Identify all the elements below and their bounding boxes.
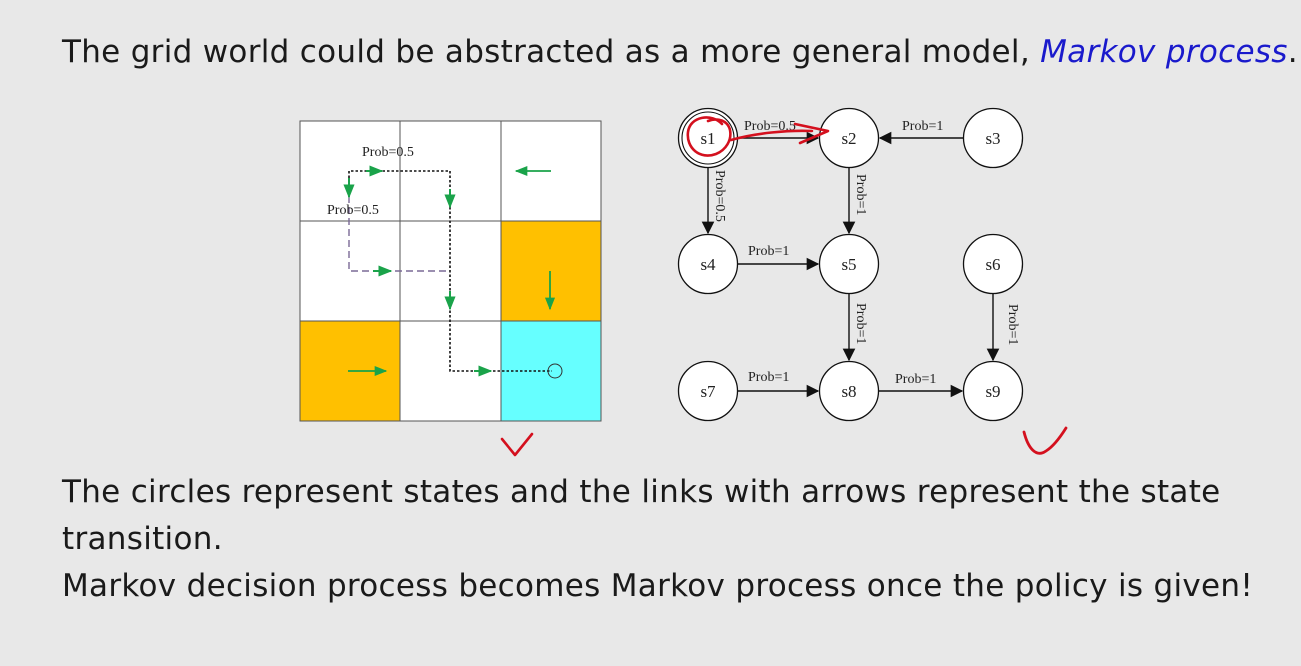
grid-prob-label-left: Prob=0.5 bbox=[327, 203, 379, 218]
state-label-s4: s4 bbox=[700, 255, 716, 274]
state-label-s6: s6 bbox=[985, 255, 1000, 274]
grid-prob-label-top: Prob=0.5 bbox=[362, 145, 414, 160]
description-line-1: The circles represent states and the lin… bbox=[62, 474, 1221, 510]
edge-label-s6-s9: Prob=1 bbox=[1005, 304, 1020, 345]
grid-world: Prob=0.5 Prob=0.5 bbox=[299, 120, 602, 422]
edge-label-s7-s8: Prob=1 bbox=[748, 370, 789, 385]
state-label-s1: s1 bbox=[700, 129, 715, 148]
edge-label-s8-s9: Prob=1 bbox=[895, 372, 936, 387]
slide: The grid world could be abstracted as a … bbox=[0, 0, 1301, 666]
state-node-s4: s4 bbox=[677, 233, 739, 295]
edge-label-s5-s8: Prob=1 bbox=[853, 303, 868, 344]
state-label-s8: s8 bbox=[841, 382, 856, 401]
edge-label-s3-s2: Prob=1 bbox=[902, 119, 943, 134]
grid-cell-2-3 bbox=[500, 220, 602, 322]
state-label-s7: s7 bbox=[700, 382, 716, 401]
state-label-s9: s9 bbox=[985, 382, 1000, 401]
state-node-s6: s6 bbox=[962, 233, 1024, 295]
state-node-s3: s3 bbox=[962, 107, 1024, 169]
state-node-s2: s2 bbox=[818, 107, 880, 169]
state-node-s5: s5 bbox=[818, 233, 880, 295]
description-line-2: transition. bbox=[62, 521, 223, 557]
diagram-canvas: Prob=0.5 Prob=0.5 Prob=0.5 Prob=0.5 Prob… bbox=[299, 107, 1068, 457]
state-node-s9: s9 bbox=[962, 360, 1024, 422]
edge-label-s1-s4: Prob=0.5 bbox=[712, 170, 727, 222]
checkmark-icon bbox=[500, 432, 534, 457]
state-node-s8: s8 bbox=[818, 360, 880, 422]
description-line-3: Markov decision process becomes Markov p… bbox=[62, 568, 1254, 604]
edge-label-s2-s5: Prob=1 bbox=[853, 174, 868, 215]
state-label-s5: s5 bbox=[841, 255, 856, 274]
state-label-s2: s2 bbox=[841, 129, 856, 148]
edge-label-s4-s5: Prob=1 bbox=[748, 244, 789, 259]
markov-graph: Prob=0.5 Prob=0.5 Prob=1 Prob=1 Prob=1 P… bbox=[677, 107, 1024, 422]
state-label-s3: s3 bbox=[985, 129, 1000, 148]
state-node-s7: s7 bbox=[677, 360, 739, 422]
checkmark-icon bbox=[1022, 426, 1068, 455]
